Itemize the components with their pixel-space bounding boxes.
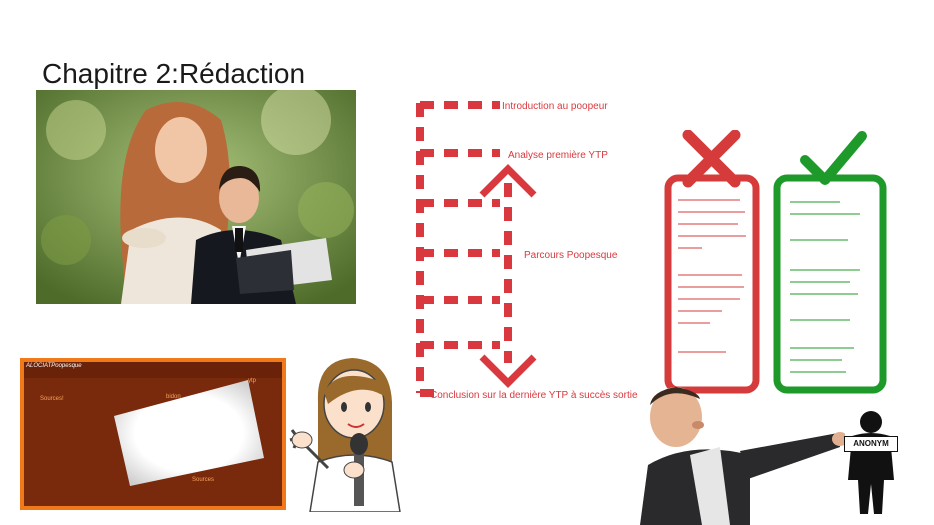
- anonym-sign: ANONYM: [844, 436, 898, 452]
- website-logo: ALOCIATPoopesque: [26, 363, 82, 369]
- flow-step-2: Analyse première YTP: [508, 150, 608, 161]
- website-label-bidon: bidon: [166, 394, 181, 400]
- slide-title: Chapitre 2:Rédaction: [42, 58, 306, 89]
- bad-checklist: [664, 130, 760, 394]
- website-label-sources: Sources: [192, 477, 215, 483]
- checkmark-icon: [800, 131, 867, 185]
- flow-step-3: Parcours Poopesque: [524, 250, 618, 261]
- anonymous-silhouette-icon: [848, 411, 894, 514]
- flowchart-diagram: [416, 101, 537, 397]
- pointing-man-photo: [640, 387, 845, 525]
- website-screenshot: [20, 358, 286, 510]
- good-checklist: [773, 131, 887, 394]
- photo-collage: [36, 90, 356, 304]
- website-label-ytp: ytp: [248, 378, 257, 384]
- reporter-cartoon: [289, 358, 401, 512]
- flow-step-1: Introduction au poopeur: [502, 101, 608, 112]
- website-sources-label: Sources!: [40, 396, 64, 402]
- flow-step-4: Conclusion sur la dernière YTP à succès …: [430, 390, 638, 401]
